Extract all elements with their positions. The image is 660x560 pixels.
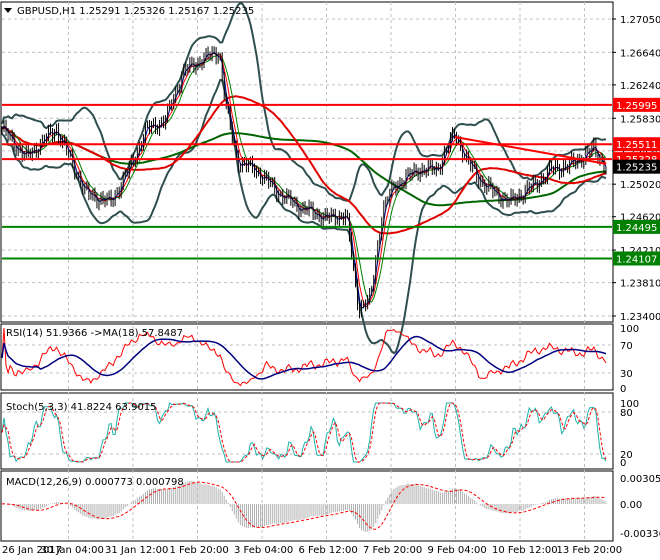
current-price-label: 1.25235 <box>616 163 657 174</box>
rsi-title: RSI(14) 51.9366 ->MA(18) 57.8487 <box>6 328 183 339</box>
ma-3-line <box>1 52 607 310</box>
bollinger-upper <box>1 2 607 202</box>
indicator-panes[interactable] <box>1 327 607 532</box>
rsi-tick-label: 100 <box>620 324 639 335</box>
axes: 26 Jan 201730 Jan 04:00 31 Jan 12:00 1 Feb… <box>2 15 660 556</box>
price-tick-label: 1.25020 <box>620 180 660 191</box>
time-label: 1 Feb 20:00 <box>170 545 229 556</box>
chart-title: GBPUSD,H1 1.25291 1.25326 1.25167 1.2523… <box>17 6 254 17</box>
time-label: 10 Feb 12:00 <box>492 545 558 556</box>
price-tick-label: 1.27050 <box>620 15 660 26</box>
macd-tick-label: -0.003366 <box>620 529 660 540</box>
level-label: 1.24107 <box>616 254 657 265</box>
time-label: 31 Jan 12:00 <box>105 545 168 556</box>
time-label: 7 Feb 20:00 <box>363 545 422 556</box>
price-tick-label: 1.23400 <box>620 312 660 323</box>
stoch-tick-label: 0 <box>620 458 626 469</box>
price-tick-label: 1.26240 <box>620 81 660 92</box>
level-label: 1.24495 <box>616 223 657 234</box>
ma-8-line <box>1 54 607 303</box>
dropdown-triangle-icon[interactable] <box>4 8 12 13</box>
pane-border-0 <box>0 1 614 323</box>
ma-5-line <box>1 52 607 308</box>
rsi-tick-label: 70 <box>620 341 633 352</box>
macd-tick-label: 0.003059 <box>620 474 660 485</box>
rsi-tick-label: 0 <box>620 384 626 395</box>
chart-canvas[interactable]: 26 Jan 201730 Jan 04:00 31 Jan 12:00 1 Feb… <box>0 0 660 560</box>
chart-window[interactable]: 26 Jan 2017 30 Jan 04:00 31 Jan 12:00 1 Feb… <box>0 0 660 560</box>
macd-title: MACD(12,26,9) 0.000773 0.000798 <box>6 477 184 488</box>
macd-tick-label: 0.00 <box>620 500 642 511</box>
time-label: 13 Feb 20:00 <box>557 545 623 556</box>
rsi-tick-label: 30 <box>620 369 633 380</box>
price-tick-label: 1.25830 <box>620 114 660 125</box>
level-label: 1.25995 <box>616 101 657 112</box>
time-label: 9 Feb 04:00 <box>428 545 487 556</box>
stoch-tick-label: 80 <box>620 408 633 419</box>
stoch-title: Stoch(5,3,3) 41.8224 63.9015 <box>6 402 157 413</box>
price-tick-label: 1.26640 <box>620 48 660 59</box>
time-label: 6 Feb 12:00 <box>299 545 358 556</box>
time-label: 3 Feb 04:00 <box>234 545 293 556</box>
level-label: 1.25511 <box>616 140 657 151</box>
time-label: 30 Jan 04:00 <box>41 545 104 556</box>
price-tick-label: 1.23810 <box>620 279 660 290</box>
grid <box>0 1 614 542</box>
